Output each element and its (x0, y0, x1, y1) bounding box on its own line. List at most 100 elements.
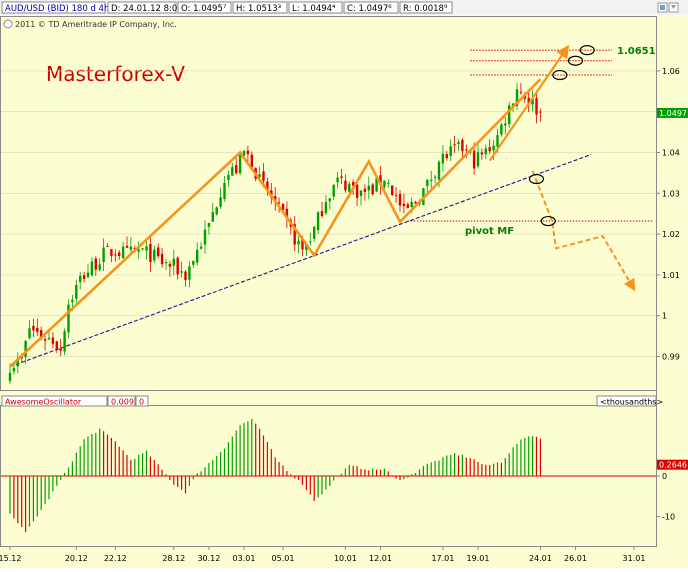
time-tick-label: 15.12 (0, 554, 21, 563)
price-tick-label: 0.99 (662, 352, 680, 361)
candle-body (488, 147, 491, 152)
candle-body (125, 245, 129, 248)
candle-body (332, 185, 335, 197)
candle-body (172, 258, 175, 266)
candle-body (430, 179, 433, 181)
oscillator-units: <thousandths> (600, 398, 663, 407)
osc-current-label: 0.2646 (659, 461, 687, 470)
candle-body (492, 145, 495, 151)
candle-body (32, 325, 35, 331)
candle-body (313, 227, 316, 239)
candle-body (484, 148, 487, 155)
price-tick-label: 1.03 (662, 189, 680, 198)
oscillator-value-2: 0 (139, 398, 144, 407)
candle-body (118, 252, 121, 257)
price-tick-label: 1.01 (662, 271, 680, 280)
time-tick-label: 20.12 (65, 554, 88, 563)
candle-body (90, 261, 94, 276)
header-fields: AUD/USD (BID) 180 d 4h D: 24.01.12 8:00 … (1, 1, 453, 14)
candle-body (129, 246, 133, 250)
symbol-label: AUD/USD (BID) 180 d 4h (5, 4, 109, 14)
candle-body (86, 272, 90, 278)
candle-body (215, 207, 218, 215)
time-tick-label: 05.01 (272, 554, 295, 563)
date-label: D: 24.01.12 8:00 (111, 4, 183, 14)
candle-body (410, 201, 413, 208)
candle-body (219, 197, 222, 207)
candle-body (235, 165, 238, 174)
candle-body (320, 211, 324, 217)
key-level-label: 1.0651 (617, 46, 656, 57)
osc-tick-label: 0 (662, 472, 667, 481)
range-label: R: 0.0018⁹ (403, 4, 448, 14)
candle-body (496, 135, 499, 147)
current-price-label: 1.0497 (659, 109, 687, 118)
candle-body (12, 367, 16, 372)
time-tick-label: 10.01 (334, 554, 357, 563)
candle-body (472, 150, 476, 169)
candle-body (176, 257, 179, 275)
candle-body (394, 195, 398, 197)
candle-body (184, 271, 187, 280)
candle-body (59, 348, 62, 351)
time-tick-label: 12.01 (369, 554, 392, 563)
candle-body (426, 179, 429, 187)
candle-body (441, 153, 445, 164)
candle-body (203, 229, 207, 245)
candle-body (67, 304, 70, 333)
candle-body (535, 98, 538, 115)
candle-body (102, 247, 105, 263)
candle-body (98, 264, 101, 270)
candle-body (51, 337, 55, 344)
candle-body (457, 142, 460, 145)
candle-body (480, 152, 484, 155)
time-tick-label: 22.12 (104, 554, 127, 563)
time-tick-label: 24.01 (529, 554, 552, 563)
candle-body (367, 185, 370, 191)
candle-body (188, 266, 191, 280)
candle-body (223, 182, 226, 200)
time-tick-label: 28.12 (162, 554, 185, 563)
candle-body (433, 176, 437, 178)
candle-body (406, 204, 409, 208)
candle-body (110, 249, 113, 256)
candle-body (71, 299, 74, 303)
candle-body (465, 149, 468, 151)
candle-body (539, 111, 542, 113)
candle-body (500, 124, 503, 135)
time-tick-label: 17.01 (431, 554, 454, 563)
price-tick-label: 1 (662, 312, 667, 321)
candle-body (106, 246, 109, 248)
candle-body (437, 161, 441, 180)
candle-body (180, 271, 183, 273)
candle-body (114, 254, 117, 256)
candle-body (207, 222, 211, 227)
candle-body (43, 339, 47, 341)
candle-body (75, 284, 78, 299)
candle-body (387, 182, 390, 184)
candle-body (371, 184, 374, 195)
pivot-label: pivot MF (465, 226, 514, 237)
price-tick-label: 1.02 (662, 230, 680, 239)
candle-body (355, 184, 359, 198)
candle-body (309, 241, 312, 243)
candle-body (246, 150, 250, 155)
candle-body (504, 123, 507, 126)
candle-body (414, 201, 417, 204)
brand-watermark: Masterforex-V (46, 62, 185, 86)
candle-body (453, 144, 456, 146)
candle-body (344, 180, 347, 191)
candle-body (55, 341, 58, 350)
candle-body (8, 372, 12, 381)
candle-body (157, 247, 160, 257)
price-tick-label: 1.06 (662, 67, 680, 76)
candle-body (94, 258, 97, 270)
candle-body (160, 253, 164, 265)
candle-body (231, 167, 234, 176)
candle-body (363, 188, 367, 192)
candle-body (348, 183, 351, 192)
candle-body (137, 249, 140, 252)
candle-body (47, 337, 51, 340)
time-tick-label: 03.01 (233, 554, 256, 563)
candle-body (36, 327, 39, 333)
